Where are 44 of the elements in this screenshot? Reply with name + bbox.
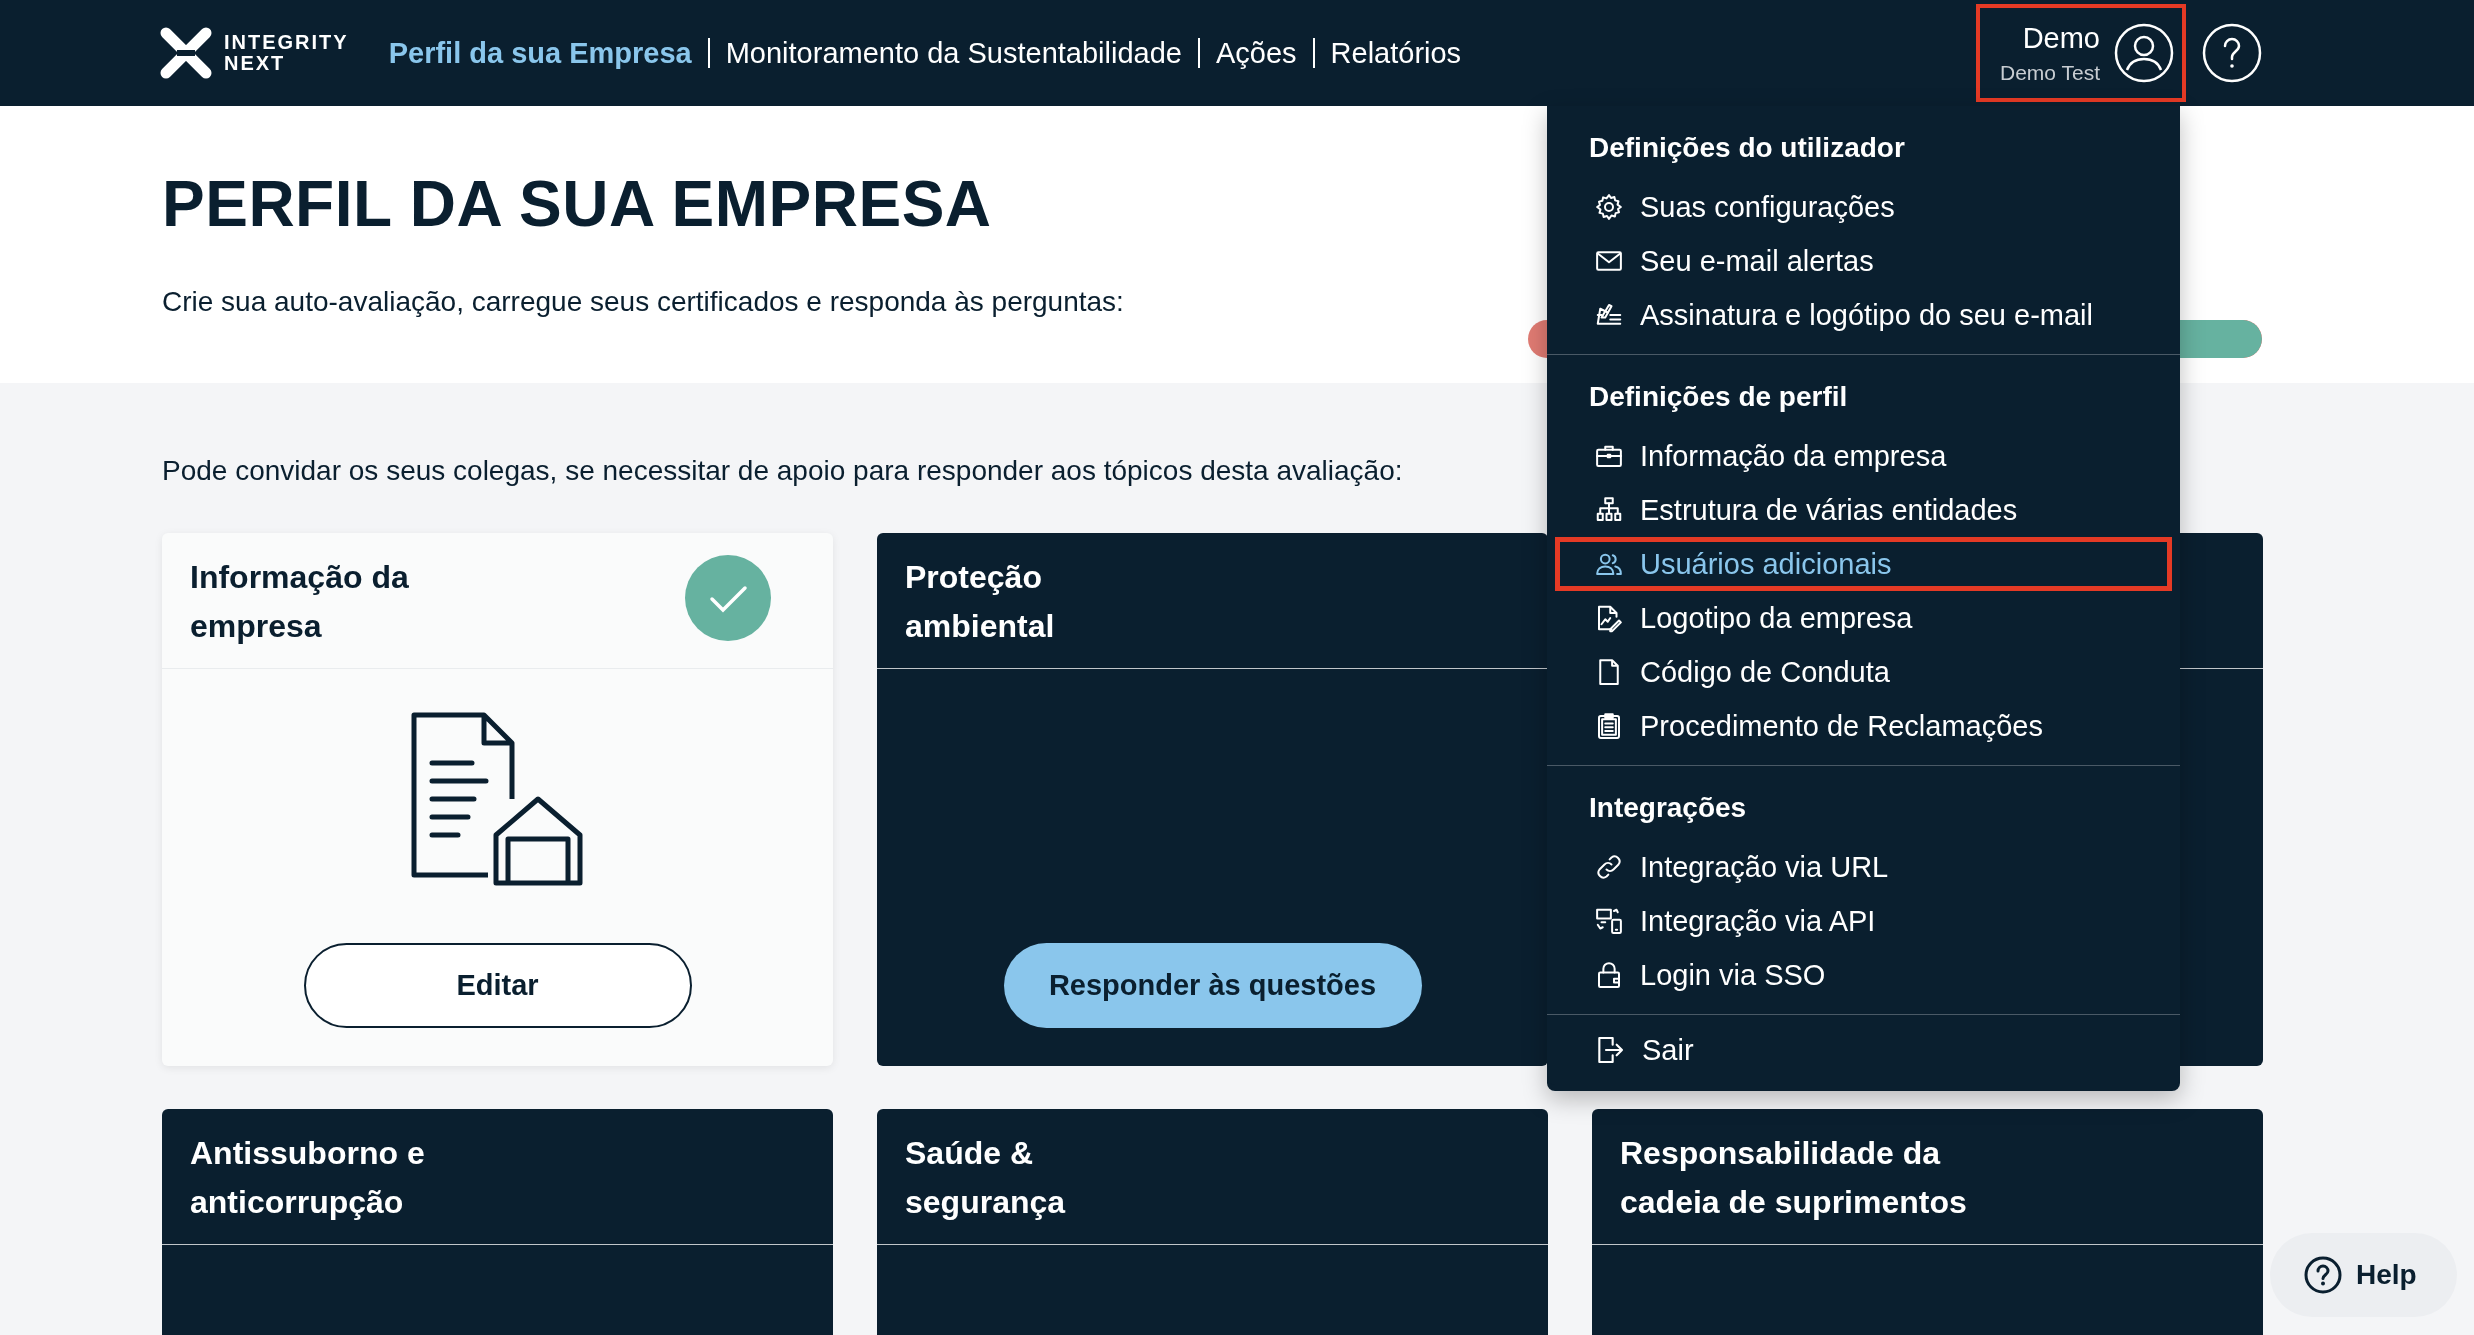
invite-text: Pode convidar os seus colegas, se necessitar de apoio para responder aos tópicos desta avaliação:: [162, 454, 1403, 488]
link-icon: [1594, 852, 1624, 882]
document-house-icon: [409, 711, 586, 887]
menu-item[interactable]: Informação da empresa: [1555, 429, 2172, 483]
devices-icon: [1594, 906, 1624, 936]
nav-link[interactable]: Perfil da sua Empresa: [388, 32, 692, 74]
menu-item[interactable]: Integração via URL: [1555, 840, 2172, 894]
card-title: Informação da empresa: [190, 558, 409, 646]
menu-item[interactable]: Suas configurações: [1555, 180, 2172, 234]
page-subtitle: Crie sua auto-avaliação, carregue seus certificados e responda às perguntas:: [162, 286, 1124, 318]
logout-menu-item[interactable]: Sair: [1555, 1023, 2172, 1077]
card-title: Proteção ambiental: [905, 558, 1055, 646]
card-title: Responsabilidade da cadeia de suprimentos: [1620, 1134, 1967, 1222]
answer-questions-button[interactable]: Responder às questões: [1003, 943, 1422, 1028]
menu-item[interactable]: Código de Conduta: [1555, 645, 2172, 699]
page-title: PERFIL DA SUA EMPRESA: [162, 167, 992, 242]
gear-icon: [1594, 192, 1624, 222]
edit-button[interactable]: Editar: [303, 943, 692, 1028]
help-button[interactable]: Help: [2270, 1233, 2457, 1317]
menu-heading: Integrações: [1589, 791, 1748, 825]
menu-item[interactable]: Login via SSO: [1555, 948, 2172, 1002]
help-icon[interactable]: [2202, 23, 2262, 83]
company-name: Demo Test: [2000, 60, 2100, 85]
card-title: Antissuborno e anticorrupção: [190, 1134, 425, 1222]
logo-x-icon: [160, 27, 212, 79]
menu-item[interactable]: Integração via API: [1555, 894, 2172, 948]
menu-item[interactable]: Seu e-mail alertas: [1555, 234, 2172, 288]
logo-text: INTEGRITY: [224, 32, 349, 53]
nav-link[interactable]: Ações: [1215, 32, 1297, 74]
user-account-button[interactable]: Demo Demo Test: [1976, 4, 2186, 102]
logo-text: NEXT: [224, 53, 287, 74]
menu-item[interactable]: Procedimento de Reclamações: [1555, 699, 2172, 753]
nav-link[interactable]: Monitoramento da Sustentabilidade: [725, 32, 1182, 74]
menu-item[interactable]: Assinatura e logótipo do seu e-mail: [1555, 288, 2172, 342]
menu-item[interactable]: Estrutura de várias entidades: [1555, 483, 2172, 537]
question-mark-icon: [2304, 1256, 2342, 1294]
menu-item[interactable]: Logotipo da empresa: [1555, 591, 2172, 645]
nav-link[interactable]: Relatórios: [1330, 32, 1462, 74]
menu-item[interactable]: Usuários adicionais: [1555, 537, 2172, 591]
menu-heading: Definições de perfil: [1589, 380, 1849, 414]
menu-heading: Definições do utilizador: [1589, 131, 1906, 165]
user-avatar-icon: [2114, 23, 2174, 83]
card-title: Saúde & segurança: [905, 1134, 1066, 1222]
user-name: Demo: [2022, 21, 2100, 55]
